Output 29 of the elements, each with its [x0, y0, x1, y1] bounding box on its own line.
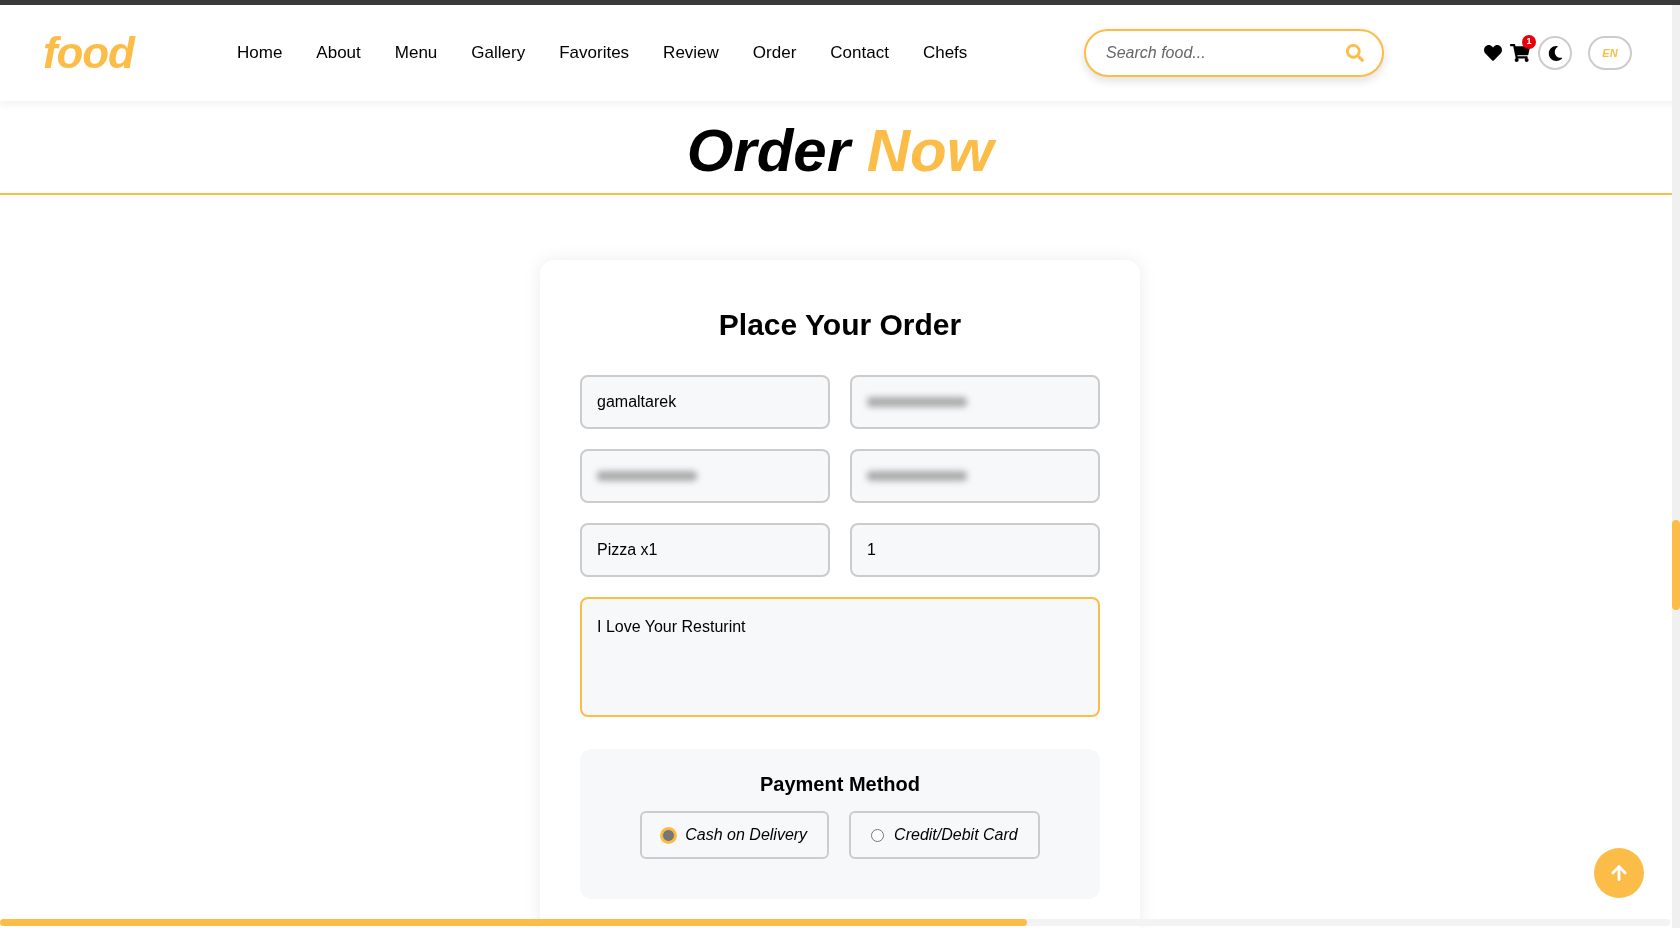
cart-icon[interactable] — [1510, 43, 1530, 63]
input-field[interactable] — [850, 375, 1100, 429]
input-field[interactable]: 1 — [850, 523, 1100, 577]
dark-mode-toggle[interactable] — [1538, 36, 1572, 70]
arrow-up-icon — [1610, 864, 1628, 882]
input-field[interactable]: Pizza x1 — [580, 523, 830, 577]
moon-icon — [1547, 45, 1563, 61]
cart-count-badge: 1 — [1522, 35, 1536, 49]
nav-link[interactable]: Chefs — [922, 40, 968, 66]
nav-link[interactable]: Favorites — [559, 40, 630, 66]
nav-link[interactable]: Menu — [394, 40, 438, 66]
nav-link[interactable]: About — [316, 40, 361, 66]
radio-button[interactable] — [871, 828, 885, 842]
search-field[interactable]: Search food... — [1084, 29, 1384, 77]
payment-title: Payment Method — [760, 772, 920, 797]
nav-link[interactable]: Review — [663, 40, 719, 66]
input-field[interactable] — [850, 449, 1100, 503]
payment-option[interactable]: Cash on Delivery — [640, 811, 830, 859]
message-field[interactable]: I Love Your Resturint — [580, 597, 1100, 717]
radio-button[interactable] — [662, 828, 676, 842]
heart-icon[interactable] — [1484, 44, 1502, 62]
form-title: Place Your Order — [717, 307, 963, 343]
payment-option[interactable]: Credit/Debit Card — [849, 811, 1040, 859]
nav-link[interactable]: Gallery — [471, 40, 526, 66]
nav-link[interactable]: Contact — [830, 40, 889, 66]
nav-link[interactable]: Home — [237, 40, 283, 66]
nav-link[interactable]: Order — [752, 40, 797, 66]
input-field[interactable]: gamaltarek — [580, 375, 830, 429]
input-field[interactable] — [580, 449, 830, 503]
